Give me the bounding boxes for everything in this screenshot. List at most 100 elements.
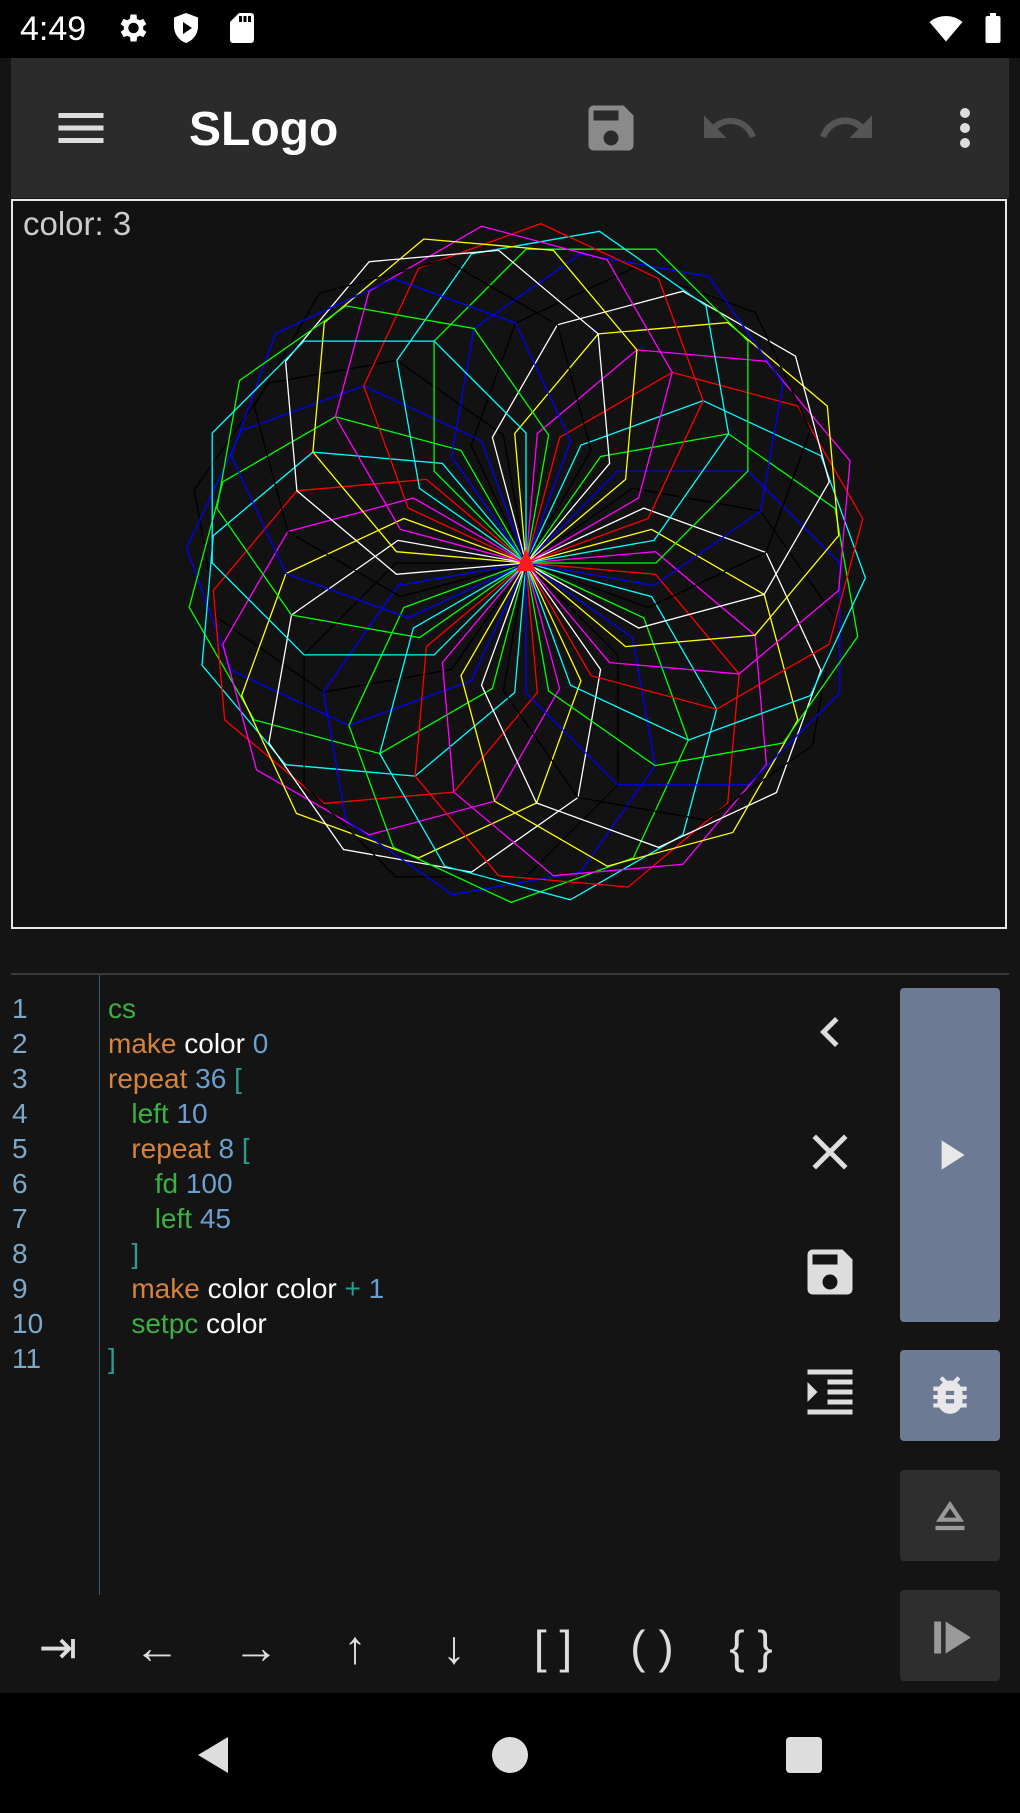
save-icon[interactable] [581, 98, 641, 158]
line-number: 2 [12, 1028, 28, 1059]
code-line[interactable]: fd 100 [108, 1168, 233, 1200]
helper-key[interactable]: → [216, 1615, 296, 1679]
code-token: [ [234, 1063, 242, 1094]
chevron-left-icon[interactable] [800, 1002, 860, 1062]
menu-icon[interactable] [51, 98, 111, 158]
code-line[interactable]: left 10 [108, 1098, 208, 1130]
bug-icon [933, 1376, 967, 1414]
play-icon [941, 1140, 965, 1170]
code-token: make [108, 1028, 177, 1059]
code-token: 8 [210, 1133, 242, 1164]
code-token: left [131, 1098, 169, 1129]
turtle-path [525, 433, 859, 767]
code-token: 45 [192, 1203, 231, 1234]
turtle-path [414, 562, 740, 888]
code-token: 100 [178, 1168, 233, 1199]
turtle-path [334, 225, 673, 564]
helper-key[interactable]: ↓ [414, 1615, 494, 1679]
shield-play-icon [174, 13, 198, 43]
turtle-drawing [185, 222, 867, 904]
turtle-path [188, 416, 527, 755]
code-token: + [344, 1273, 369, 1304]
helper-key[interactable]: ( ) [612, 1615, 692, 1679]
helper-key[interactable]: ⇥ [18, 1615, 98, 1679]
code-token: fd [154, 1168, 179, 1199]
sd-card-icon [230, 13, 254, 43]
turtle-canvas[interactable]: color: 3 [11, 199, 1007, 929]
code-token: repeat [108, 1063, 188, 1094]
line-number: 1 [12, 993, 28, 1024]
home-icon[interactable] [486, 1731, 534, 1779]
turtle-path [450, 253, 784, 587]
code-line[interactable]: cs [108, 993, 136, 1025]
recents-icon[interactable] [780, 1731, 828, 1779]
step-icon [934, 1621, 971, 1654]
more-vert-icon[interactable] [935, 98, 995, 158]
turtle-path [216, 305, 550, 639]
system-nav-bar [0, 1693, 1020, 1813]
debug-button[interactable] [900, 1350, 1000, 1441]
line-number: 10 [12, 1308, 44, 1339]
code-line[interactable]: make color color + 1 [108, 1273, 384, 1305]
line-number: 4 [12, 1098, 28, 1129]
gear-icon [120, 14, 147, 42]
code-line[interactable]: repeat 36 [ [108, 1063, 242, 1095]
turtle-path [193, 359, 527, 693]
step-button[interactable] [900, 1590, 1000, 1681]
code-line[interactable]: ] [108, 1343, 116, 1375]
line-number: 6 [12, 1168, 28, 1199]
turtle-path [502, 487, 836, 821]
code-token: 10 [168, 1098, 208, 1129]
turtle-path [396, 230, 730, 564]
code-token: [ [241, 1133, 250, 1164]
code-token: color [198, 1308, 267, 1339]
code-editor[interactable]: 1 2 3 4 5 6 7 8 9 10 11 cs make color 0 repeat 36 [ … [0, 975, 780, 1595]
save-file-icon[interactable] [800, 1242, 860, 1302]
turtle-path [268, 539, 602, 873]
code-line[interactable]: make color 0 [108, 1028, 268, 1060]
redo-icon[interactable] [817, 98, 877, 158]
helper-key[interactable]: ← [117, 1615, 197, 1679]
code-token: cs [108, 993, 136, 1024]
back-icon[interactable] [190, 1731, 238, 1779]
code-line[interactable]: repeat 8 [ [108, 1133, 250, 1165]
line-number: 9 [12, 1273, 28, 1304]
code-token: 36 [187, 1063, 235, 1094]
line-number: 5 [12, 1133, 28, 1164]
turtle-path [525, 371, 864, 710]
app-bar: SLogo [11, 58, 1009, 198]
gutter-divider [99, 975, 100, 1595]
code-token: left [154, 1203, 193, 1234]
code-token: color color [199, 1273, 345, 1304]
code-line[interactable]: left 45 [108, 1203, 231, 1235]
wifi-icon [929, 15, 963, 42]
line-number: 3 [12, 1063, 28, 1094]
status-bar: 4:49 [0, 0, 1020, 58]
code-token: 0 [252, 1028, 269, 1059]
code-line[interactable]: setpc color [108, 1308, 267, 1340]
stop-button[interactable] [900, 1470, 1000, 1561]
turtle-path [201, 451, 527, 777]
close-icon[interactable] [800, 1122, 860, 1182]
indent-icon[interactable] [800, 1362, 860, 1422]
undo-icon[interactable] [699, 98, 759, 158]
app-title: SLogo [189, 103, 339, 156]
status-time: 4:49 [20, 10, 87, 48]
code-token: ] [131, 1238, 140, 1269]
helper-key[interactable]: ↑ [315, 1615, 395, 1679]
helper-key[interactable]: [ ] [513, 1615, 593, 1679]
code-token: color [176, 1028, 253, 1059]
run-button[interactable] [900, 988, 1000, 1322]
helper-key[interactable]: { } [711, 1615, 791, 1679]
code-line[interactable]: ] [108, 1238, 139, 1270]
turtle-path [322, 562, 656, 896]
code-token: ] [108, 1343, 116, 1374]
code-token: repeat [131, 1133, 211, 1164]
